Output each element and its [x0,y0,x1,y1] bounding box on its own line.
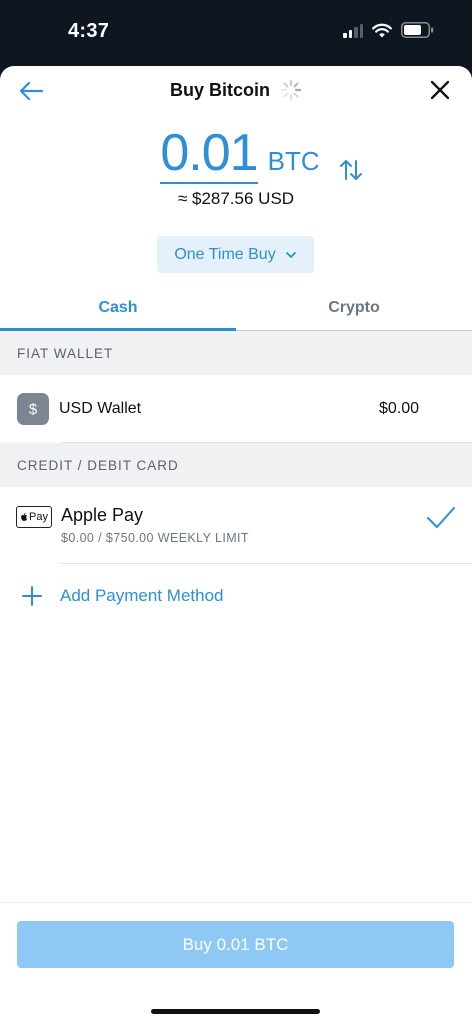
section-header-cards: CREDIT / DEBIT CARD [0,443,472,487]
close-button[interactable] [428,78,452,102]
wallet-balance: $0.00 [378,400,419,417]
plus-icon [22,586,42,606]
cellular-signal-icon [343,22,363,38]
tab-crypto-label: Crypto [328,299,380,316]
divider [61,563,472,564]
buy-sheet: Buy Bitcoin 0.01 BTC ≈ $287.56 USD One T… [0,66,472,1024]
loading-spinner-icon [280,79,302,101]
status-icons [343,22,434,38]
apple-logo-icon [21,513,28,521]
add-payment-method-button[interactable]: Add Payment Method [22,586,223,606]
page-title: Buy Bitcoin [169,79,270,100]
usd-equivalent: ≈ $287.56 USD [177,189,295,208]
frequency-dropdown[interactable]: One Time Buy [157,236,314,273]
home-indicator [151,1009,320,1014]
tab-crypto[interactable]: Crypto [236,286,472,330]
swap-currency-button[interactable] [338,158,364,182]
chevron-down-icon [285,251,296,258]
tab-cash[interactable]: Cash [0,286,236,331]
battery-icon [401,22,434,38]
wifi-icon [372,23,392,37]
section-header-fiat-wallet: FIAT WALLET [0,331,472,375]
payment-method-name: Apple Pay [61,505,144,525]
usd-wallet-row[interactable]: $ USD Wallet $0.00 [0,375,472,443]
status-bar: 4:37 [0,0,472,66]
status-time: 4:37 [68,20,110,42]
add-payment-method-label: Add Payment Method [60,586,224,605]
amount-display: 0.01 BTC [0,126,472,184]
buy-button[interactable]: Buy 0.01 BTC [17,921,454,968]
close-icon [430,80,450,100]
dollar-icon: $ [17,393,49,425]
amount-unit: BTC [267,146,320,176]
apple-pay-logo-text: Pay [29,511,48,523]
frequency-label: One Time Buy [174,245,276,263]
checkmark-icon [427,507,455,528]
footer-divider [0,902,472,903]
swap-arrows-icon [340,160,362,180]
wallet-name: USD Wallet [59,400,142,417]
apple-pay-row[interactable]: Pay Apple Pay $0.00 / $750.00 WEEKLY LIM… [0,487,472,563]
payment-tabs: Cash Crypto [0,286,472,331]
payment-method-limit: $0.00 / $750.00 WEEKLY LIMIT [61,531,249,545]
header: Buy Bitcoin [0,79,472,101]
apple-pay-logo-icon: Pay [16,506,52,528]
amount-input[interactable]: 0.01 [160,126,259,184]
tab-cash-label: Cash [98,299,138,316]
